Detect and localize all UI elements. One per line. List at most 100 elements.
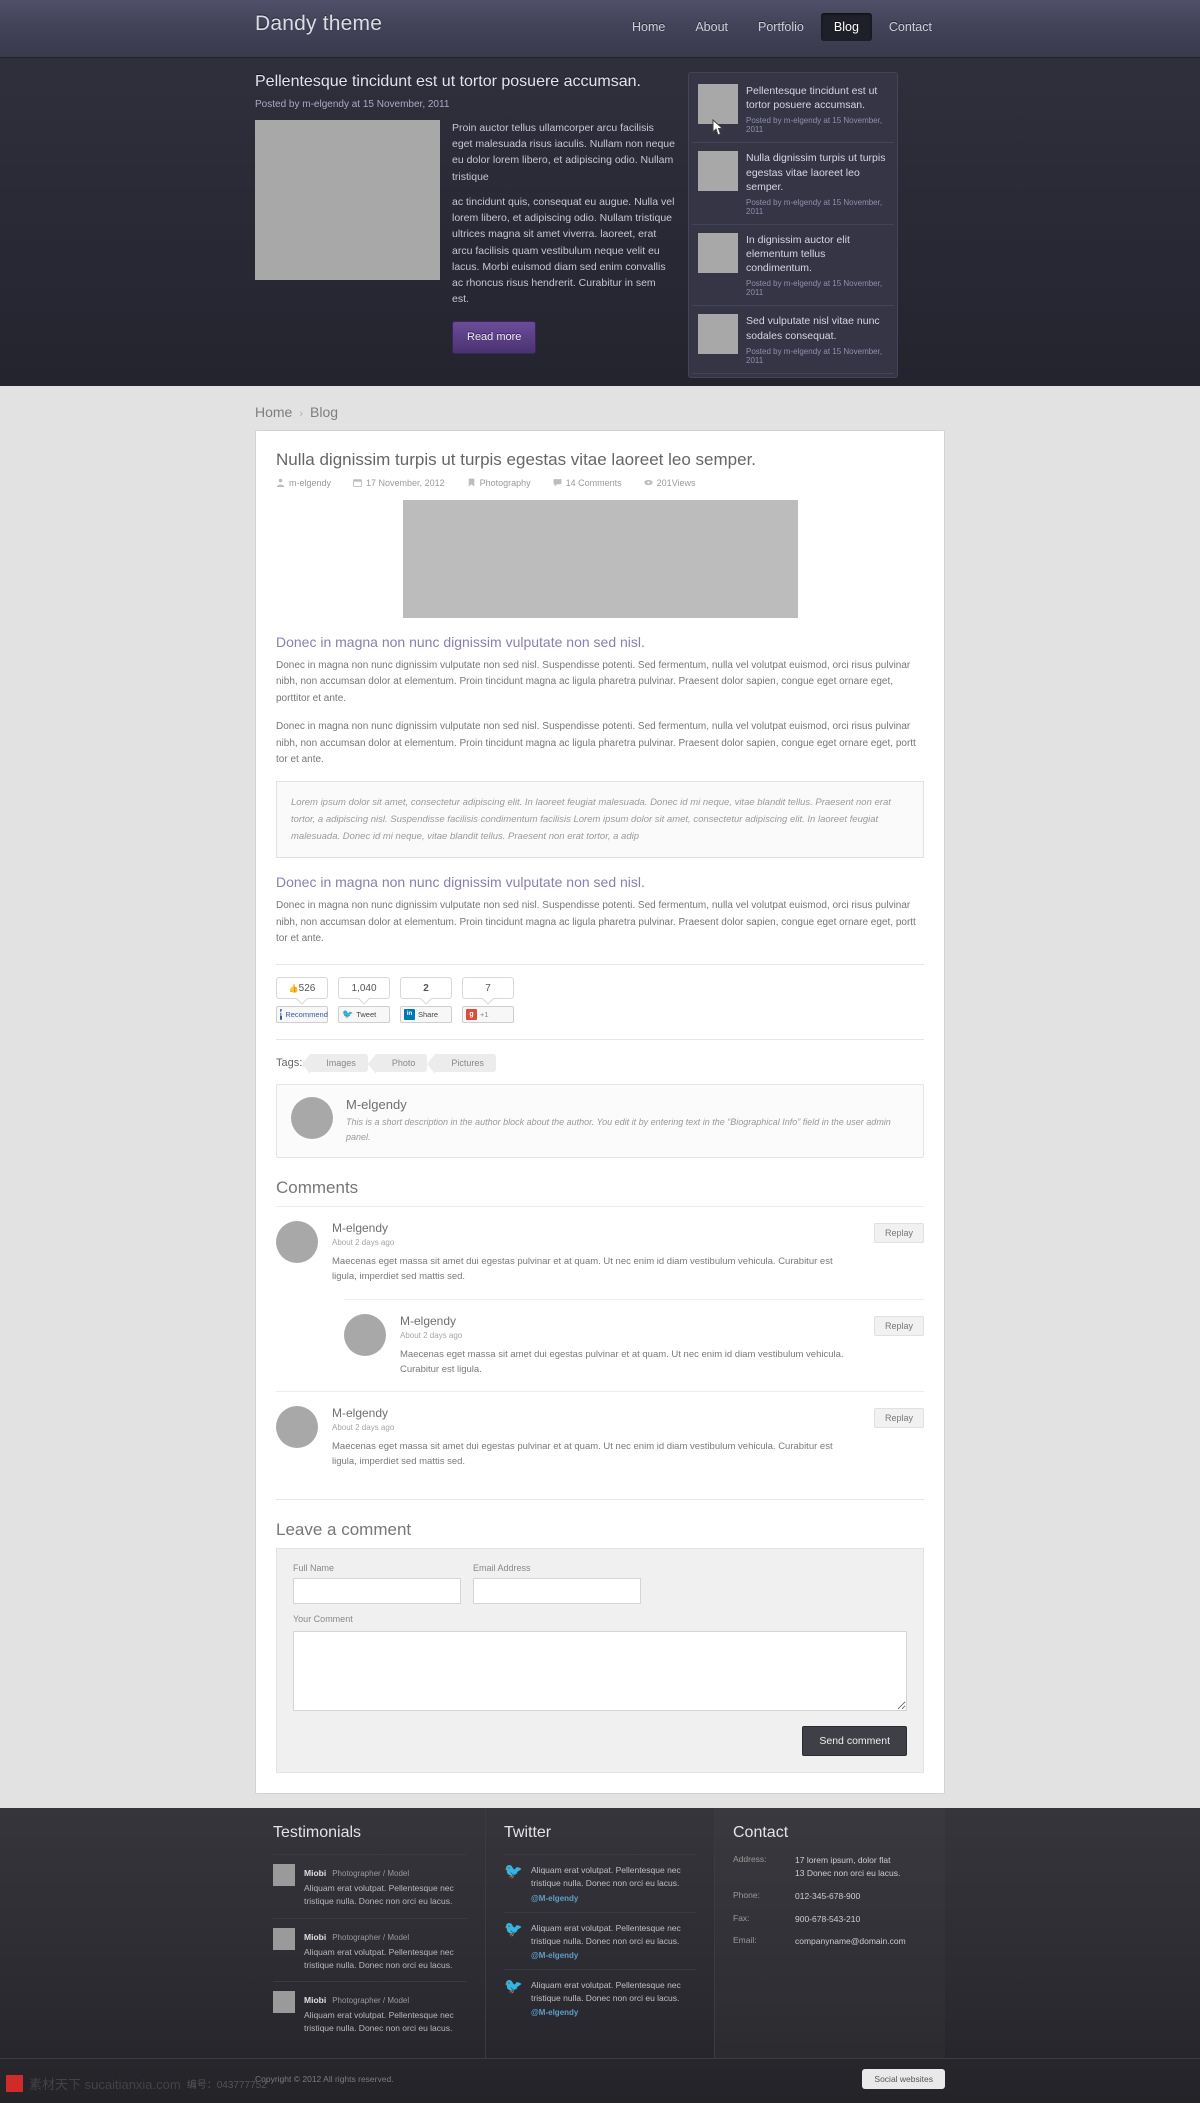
contact-key: Email: [733, 1935, 757, 1946]
tag-photo[interactable]: Photo [367, 1053, 428, 1074]
read-more-button[interactable]: Read more [452, 320, 537, 354]
comment-text: Maecenas eget massa sit amet dui egestas… [400, 1348, 844, 1375]
twitter-bird-icon: 🐦 [504, 1863, 523, 1881]
share-facebook: 👍526 f Recommend [276, 976, 328, 1023]
tag-images[interactable]: Images [302, 1053, 368, 1074]
comment-icon [553, 479, 562, 487]
tag-pictures[interactable]: Pictures [427, 1053, 496, 1074]
google-plusone-button[interactable]: g +1 [462, 1005, 514, 1023]
twitter-label: Tweet [356, 1009, 377, 1019]
slider-list-thumb [698, 314, 738, 355]
comment-time: About 2 days ago [400, 1330, 463, 1340]
user-icon [276, 479, 285, 488]
watermark-logo-icon [6, 2075, 23, 2093]
meta-views-text: 201Views [656, 477, 696, 488]
contact-value: 17 lorem ipsum, dolor flat 13 Donec non … [795, 1855, 901, 1879]
main-nav: Home About Portfolio Blog Contact [619, 13, 945, 41]
slide-paragraph-2: ac tincidunt quis, consequat eu augue. N… [452, 195, 675, 306]
comment-avatar [344, 1313, 386, 1356]
nav-item-blog[interactable]: Blog [820, 13, 872, 41]
twitter-icon: 🐦 [342, 1008, 354, 1019]
post-blockquote: Lorem ipsum dolor sit amet, consectetur … [276, 780, 924, 859]
testimonial-avatar [273, 1991, 295, 2013]
social-websites-button[interactable]: Social websites [862, 2069, 945, 2090]
comment-textarea[interactable] [293, 1631, 907, 1712]
comment-author[interactable]: M-elgendy [332, 1221, 924, 1235]
slider-list-item[interactable]: Pellentesque tincidunt est ut tortor pos… [692, 76, 894, 144]
tweet-handle[interactable]: @M-elgendy [531, 2008, 696, 2017]
send-comment-button[interactable]: Send comment [802, 1726, 907, 1757]
leave-comment-title: Leave a comment [276, 1520, 412, 1540]
slider-list-title: Nulla dignissim turpis ut turpis egestas… [746, 152, 886, 193]
meta-category-text: Photography [479, 477, 531, 488]
post-title: Nulla dignissim turpis ut turpis egestas… [276, 449, 757, 469]
comment-reply-button[interactable]: Replay [873, 1223, 924, 1244]
slider-list-title: In dignissim auctor elit elementum tellu… [746, 233, 850, 275]
tweet-handle[interactable]: @M-elgendy [531, 1951, 696, 1960]
testimonial-name: Miobi [304, 1868, 327, 1879]
comment-reply-button[interactable]: Replay [873, 1407, 924, 1428]
nav-item-about[interactable]: About [682, 13, 741, 41]
meta-author-text: m-elgendy [289, 477, 332, 488]
contact-key: Phone: [733, 1889, 760, 1900]
testimonial-item: Miobi Photographer / Model Aliquam erat v… [273, 1854, 467, 1917]
tweet-text: Aliquam erat volutpat. Pellentesque nec … [531, 1922, 681, 1946]
nav-item-portfolio[interactable]: Portfolio [745, 13, 817, 41]
testimonial-name: Miobi [304, 1931, 327, 1942]
slider-list-thumb [698, 151, 738, 192]
post-heading-1[interactable]: Donec in magna non nunc dignissim vulput… [276, 634, 924, 650]
divider [276, 1499, 924, 1501]
slider-list-meta: Posted by m-elgendy at 15 November, 2011 [746, 116, 883, 135]
comment-time: About 2 days ago [332, 1238, 395, 1248]
facebook-count: 👍526 [276, 976, 328, 999]
email-input[interactable] [473, 1578, 641, 1605]
share-bar: 👍526 f Recommend 1,040 🐦 Tweet 2 in Shar [276, 976, 924, 1023]
comment-item: M-elgendy About 2 days ago Maecenas eget… [276, 1206, 924, 1298]
nav-item-home[interactable]: Home [619, 13, 678, 41]
post-heading-2[interactable]: Donec in magna non nunc dignissim vulput… [276, 874, 924, 890]
facebook-recommend-button[interactable]: f Recommend [276, 1005, 328, 1023]
facebook-count-value: 526 [298, 982, 316, 994]
testimonial-role: Photographer / Model [332, 1996, 410, 2005]
comment-reply-button[interactable]: Replay [873, 1315, 924, 1336]
facebook-icon: f [280, 1008, 283, 1020]
author-description: This is a short description in the autho… [346, 1116, 891, 1142]
testimonial-role: Photographer / Model [332, 1932, 410, 1942]
comment-time: About 2 days ago [332, 1422, 395, 1432]
linkedin-share-button[interactable]: in Share [400, 1005, 452, 1023]
share-twitter: 1,040 🐦 Tweet [338, 976, 390, 1023]
tweet-handle[interactable]: @M-elgendy [531, 1894, 696, 1903]
meta-views: 201Views [643, 477, 696, 488]
post-paragraph-1: Donec in magna non nunc dignissim vulput… [276, 659, 911, 704]
post-meta: m-elgendy 17 November, 2012 Photography … [276, 478, 924, 488]
footer-contact: Contact Address: 17 lorem ipsum, dolor f… [715, 1808, 945, 2058]
slider-list-item[interactable]: In dignissim auctor elit elementum tellu… [692, 225, 894, 307]
tags-row: Tags: Images Photo Pictures [276, 1053, 924, 1074]
full-name-label: Full Name [293, 1563, 335, 1574]
contact-row-phone: Phone: 012-345-678-900 [733, 1890, 927, 1903]
comment-author[interactable]: M-elgendy [332, 1406, 924, 1420]
contact-row-address: Address: 17 lorem ipsum, dolor flat 13 D… [733, 1854, 927, 1880]
breadcrumb-separator-icon: › [299, 407, 304, 420]
tweet-text: Aliquam erat volutpat. Pellentesque nec … [531, 1865, 681, 1889]
meta-comments: 14 Comments [553, 478, 622, 488]
nav-item-contact[interactable]: Contact [876, 13, 945, 41]
site-brand[interactable]: Dandy theme [255, 12, 382, 36]
comment-author[interactable]: M-elgendy [400, 1314, 924, 1328]
contact-value[interactable]: companyname@domain.com [795, 1935, 906, 1948]
author-box: M-elgendy This is a short description in… [276, 1083, 924, 1159]
tweet-item: 🐦 Aliquam erat volutpat. Pellentesque ne… [504, 1911, 696, 1969]
comment-text: Maecenas eget massa sit amet dui egestas… [332, 1440, 833, 1468]
full-name-input[interactable] [293, 1578, 461, 1605]
slide-title[interactable]: Pellentesque tincidunt est ut tortor pos… [255, 72, 675, 93]
google-count: 7 [462, 976, 514, 999]
watermark-site: 素材天下 sucaitianxia.com [29, 2077, 181, 2093]
author-avatar [291, 1096, 333, 1139]
twitter-tweet-button[interactable]: 🐦 Tweet [338, 1005, 390, 1023]
slider-list-item[interactable]: Nulla dignissim turpis ut turpis egestas… [692, 143, 894, 225]
linkedin-icon: in [404, 1008, 415, 1020]
breadcrumb-home[interactable]: Home [255, 404, 292, 420]
author-name[interactable]: M-elgendy [346, 1097, 909, 1112]
meta-date: 17 November, 2012 [353, 478, 445, 488]
slider-list-item[interactable]: Sed vulputate nisl vitae nunc sodales co… [692, 306, 894, 374]
